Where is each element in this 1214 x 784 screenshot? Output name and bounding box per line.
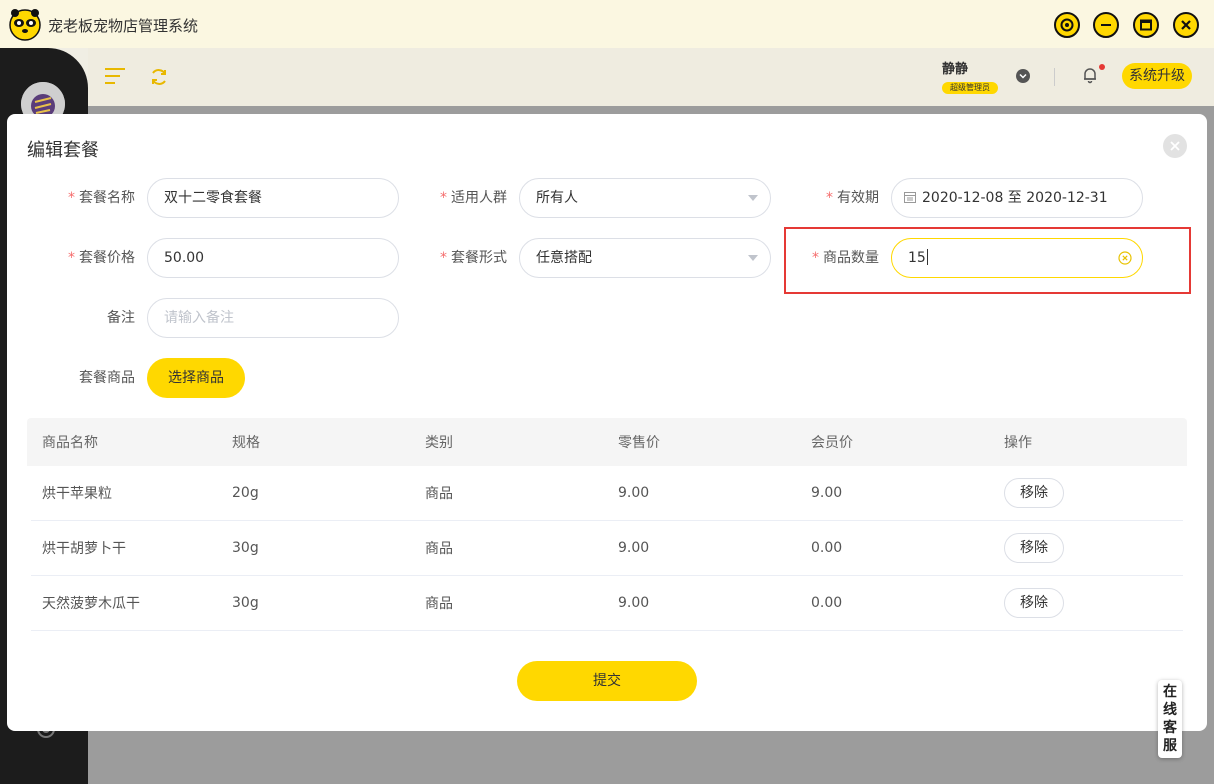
top-bar — [88, 48, 1214, 106]
refresh-icon[interactable] — [149, 67, 169, 87]
cell-category: 商品 — [425, 486, 453, 502]
package-price-input[interactable]: 50.00 — [147, 238, 399, 278]
caret-down-icon — [748, 195, 758, 201]
edit-package-modal: 编辑套餐 * 套餐名称 双十二零食套餐 * 适用人群 所有人 * 有效期 2020-1… — [7, 114, 1207, 731]
notification-dot — [1099, 64, 1105, 70]
cell-spec: 20g — [232, 485, 259, 501]
audience-select[interactable]: 所有人 — [519, 178, 771, 218]
close-icon — [1170, 141, 1180, 151]
note-label: 备注 — [107, 310, 135, 326]
column-header-member-price: 会员价 — [811, 435, 853, 451]
validity-date-value: 2020-12-08 至 2020-12-31 — [922, 190, 1108, 206]
goods-quantity-value: 15 — [908, 250, 926, 266]
audience-select-value: 所有人 — [536, 190, 578, 206]
cell-name: 天然菠萝木瓜干 — [42, 596, 140, 612]
package-price-label: * 套餐价格 — [68, 250, 135, 266]
cell-category: 商品 — [425, 596, 453, 612]
table-row: 烘干胡萝卜干 30g 商品 9.00 0.00 移除 — [31, 521, 1183, 576]
submit-button[interactable]: 提交 — [517, 661, 697, 701]
validity-label: * 有效期 — [826, 190, 879, 206]
header-divider — [1054, 68, 1055, 86]
settings-window-button[interactable] — [1054, 12, 1080, 38]
cell-retail-price: 9.00 — [618, 485, 650, 501]
minimize-button[interactable] — [1093, 12, 1119, 38]
column-header-spec: 规格 — [232, 435, 260, 451]
cell-action: 移除 — [1004, 576, 1064, 630]
panda-logo-icon — [9, 9, 41, 41]
table-row: 天然菠萝木瓜干 30g 商品 9.00 0.00 移除 — [31, 576, 1183, 631]
cell-member-price: 0.00 — [811, 595, 843, 611]
column-header-action: 操作 — [1004, 435, 1032, 451]
bell-icon[interactable] — [1081, 66, 1099, 84]
package-form-select-value: 任意搭配 — [536, 250, 592, 266]
package-name-label: * 套餐名称 — [68, 190, 135, 206]
close-window-button[interactable] — [1173, 12, 1199, 38]
cell-spec: 30g — [232, 540, 259, 556]
package-name-input[interactable]: 双十二零食套餐 — [147, 178, 399, 218]
calendar-icon — [904, 191, 916, 203]
note-input[interactable]: 请输入备注 — [147, 298, 399, 338]
table-row: 烘干苹果粒 20g 商品 9.00 9.00 移除 — [31, 466, 1183, 521]
select-goods-button[interactable]: 选择商品 — [147, 358, 245, 398]
modal-title: 编辑套餐 — [27, 140, 99, 161]
caret-down-icon — [748, 255, 758, 261]
validity-date-range[interactable]: 2020-12-08 至 2020-12-31 — [891, 178, 1143, 218]
cell-member-price: 0.00 — [811, 540, 843, 556]
remove-button[interactable]: 移除 — [1004, 588, 1064, 618]
cell-category: 商品 — [425, 541, 453, 557]
package-form-label: * 套餐形式 — [440, 250, 507, 266]
remove-button[interactable]: 移除 — [1004, 478, 1064, 508]
target-icon — [1060, 18, 1074, 32]
app-title: 宠老板宠物店管理系统 — [48, 17, 199, 35]
remove-button[interactable]: 移除 — [1004, 533, 1064, 563]
goods-table: 商品名称 规格 类别 零售价 会员价 操作 烘干苹果粒 20g 商品 9.00 … — [27, 418, 1187, 631]
menu-toggle-icon[interactable] — [104, 67, 126, 85]
column-header-retail-price: 零售价 — [618, 435, 660, 451]
clear-circle-icon[interactable] — [1118, 251, 1132, 265]
cell-action: 移除 — [1004, 521, 1064, 575]
cell-retail-price: 9.00 — [618, 540, 650, 556]
cell-retail-price: 9.00 — [618, 595, 650, 611]
cell-name: 烘干胡萝卜干 — [42, 541, 126, 557]
close-icon — [1181, 20, 1191, 30]
goods-quantity-input[interactable]: 15 — [891, 238, 1143, 278]
user-name: 静静 — [942, 62, 969, 77]
cell-member-price: 9.00 — [811, 485, 843, 501]
cell-name: 烘干苹果粒 — [42, 486, 112, 502]
text-cursor — [926, 248, 928, 265]
package-form-select[interactable]: 任意搭配 — [519, 238, 771, 278]
online-service-tab[interactable]: 在线客服 — [1158, 680, 1182, 758]
cell-spec: 30g — [232, 595, 259, 611]
maximize-button[interactable] — [1133, 12, 1159, 38]
cell-action: 移除 — [1004, 466, 1064, 520]
title-bar: 宠老板宠物店管理系统 — [0, 0, 1214, 48]
modal-close-button[interactable] — [1163, 134, 1187, 158]
minus-icon — [1101, 24, 1111, 26]
table-header: 商品名称 规格 类别 零售价 会员价 操作 — [27, 418, 1187, 466]
system-upgrade-button[interactable]: 系统升级 — [1122, 63, 1192, 89]
audience-label: * 适用人群 — [440, 190, 507, 206]
maximize-icon — [1140, 19, 1152, 31]
column-header-category: 类别 — [425, 435, 453, 451]
goods-quantity-label: * 商品数量 — [812, 250, 879, 266]
chevron-down-icon[interactable] — [1016, 69, 1030, 83]
column-header-name: 商品名称 — [42, 435, 98, 451]
package-goods-label: 套餐商品 — [79, 370, 135, 386]
user-role-badge: 超级管理员 — [942, 82, 998, 94]
